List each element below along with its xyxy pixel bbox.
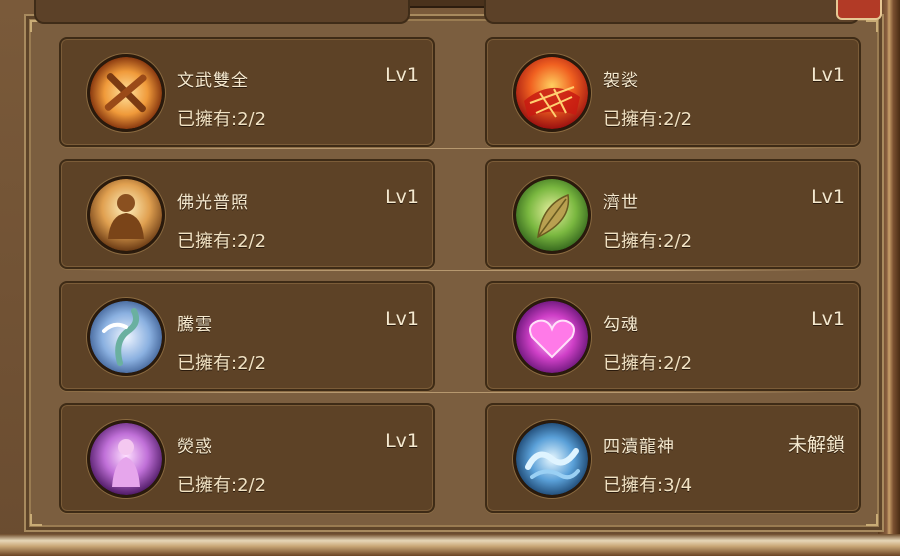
skill-owned-count: 已擁有:2/2 xyxy=(177,109,267,130)
row-divider xyxy=(80,270,820,271)
skill-level: Lv1 xyxy=(811,64,845,86)
partial-card-top-left xyxy=(34,0,410,24)
skill-owned-count: 已擁有:2/2 xyxy=(177,475,267,496)
frame-bottom-border xyxy=(0,534,900,556)
skill-name: 騰雲 xyxy=(177,315,213,335)
enchantress-icon xyxy=(87,420,165,498)
skill-name: 熒惑 xyxy=(177,437,213,457)
skill-card[interactable]: 濟世 Lv1 已擁有:2/2 xyxy=(485,159,861,269)
skill-level: Lv1 xyxy=(385,308,419,330)
cloud-swirl-icon xyxy=(87,298,165,376)
partial-card-top-right xyxy=(484,0,860,24)
skill-owned-count: 已擁有:3/4 xyxy=(603,475,693,496)
fire-cloak-icon xyxy=(513,54,591,132)
water-dragon-icon xyxy=(513,420,591,498)
corner-ornament xyxy=(866,20,878,32)
skill-level: Lv1 xyxy=(385,430,419,452)
skill-owned-count: 已擁有:2/2 xyxy=(603,353,693,374)
skill-card[interactable]: 四瀆龍神 未解鎖 已擁有:3/4 xyxy=(485,403,861,513)
corner-ornament xyxy=(866,514,878,526)
close-corner-tab[interactable] xyxy=(836,0,882,20)
skill-card[interactable]: 文武雙全 Lv1 已擁有:2/2 xyxy=(59,37,435,147)
skill-name: 袈裟 xyxy=(603,71,639,91)
buddha-light-icon xyxy=(87,176,165,254)
skill-card[interactable]: 佛光普照 Lv1 已擁有:2/2 xyxy=(59,159,435,269)
skill-card[interactable]: 勾魂 Lv1 已擁有:2/2 xyxy=(485,281,861,391)
corner-ornament xyxy=(30,514,42,526)
row-divider xyxy=(80,392,820,393)
skill-level: Lv1 xyxy=(811,186,845,208)
skill-owned-count: 已擁有:2/2 xyxy=(603,109,693,130)
skill-card[interactable]: 袈裟 Lv1 已擁有:2/2 xyxy=(485,37,861,147)
skill-level: Lv1 xyxy=(811,308,845,330)
skill-name: 濟世 xyxy=(603,193,639,213)
skill-lock-status: 未解鎖 xyxy=(787,434,845,456)
skill-level: Lv1 xyxy=(385,64,419,86)
skill-level: Lv1 xyxy=(385,186,419,208)
skill-owned-count: 已擁有:2/2 xyxy=(177,231,267,252)
skill-card[interactable]: 熒惑 Lv1 已擁有:2/2 xyxy=(59,403,435,513)
skill-card[interactable]: 騰雲 Lv1 已擁有:2/2 xyxy=(59,281,435,391)
leaf-icon xyxy=(513,176,591,254)
skill-name: 佛光普照 xyxy=(177,193,249,213)
skill-name: 四瀆龍神 xyxy=(603,437,675,457)
row-divider xyxy=(80,148,820,149)
crossed-swords-icon xyxy=(87,54,165,132)
skill-name: 文武雙全 xyxy=(177,71,249,91)
skill-owned-count: 已擁有:2/2 xyxy=(603,231,693,252)
skill-owned-count: 已擁有:2/2 xyxy=(177,353,267,374)
heart-icon xyxy=(513,298,591,376)
skill-name: 勾魂 xyxy=(603,315,639,335)
